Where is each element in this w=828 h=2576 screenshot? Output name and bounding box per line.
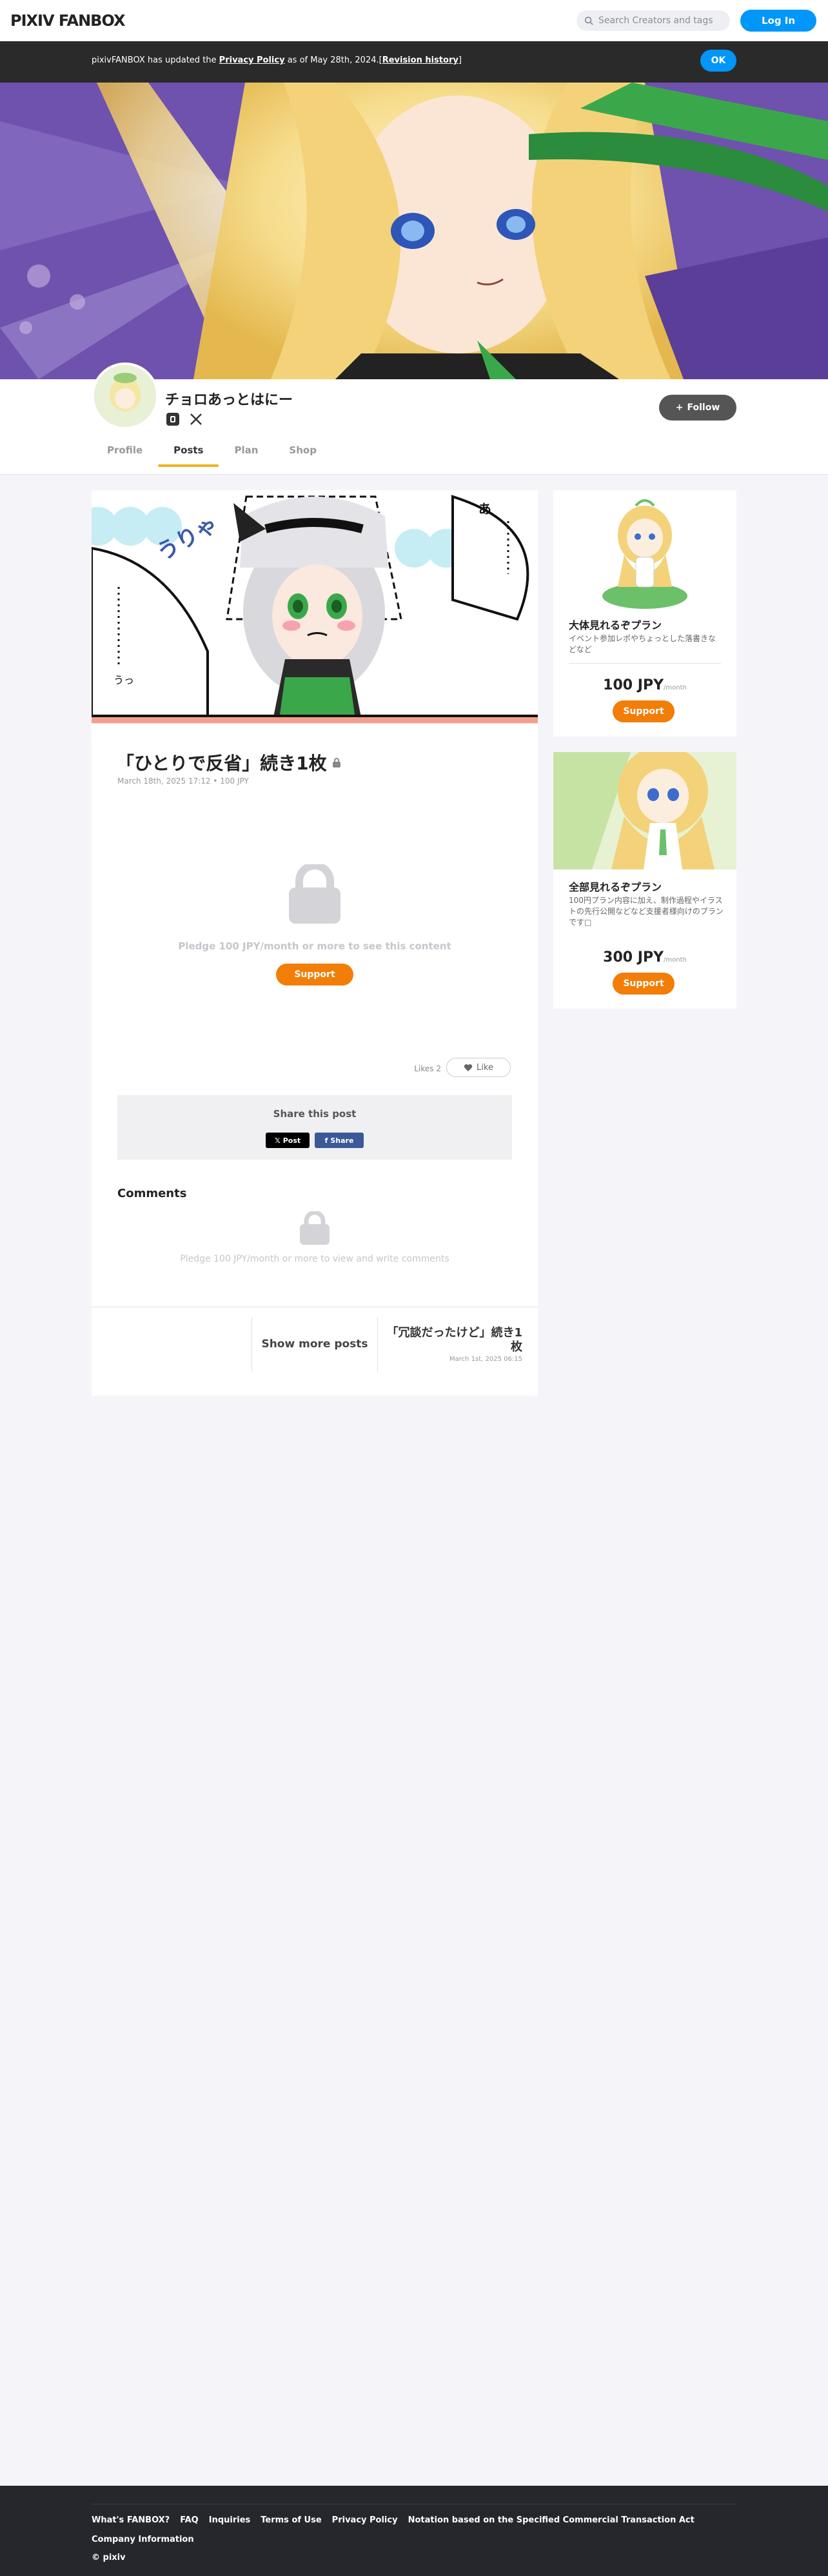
revision-history-link[interactable]: Revision history: [382, 55, 458, 65]
tab-plan[interactable]: Plan: [219, 435, 273, 466]
footer-link-whats-fanbox[interactable]: What's FANBOX?: [92, 2515, 170, 2525]
post-title: 「ひとりで反省」続き1枚: [116, 749, 341, 775]
lock-icon: [332, 758, 340, 768]
footer-link-privacy[interactable]: Privacy Policy: [332, 2515, 398, 2525]
likes-count: Likes 2: [414, 1064, 441, 1073]
plan-300-illustration: [553, 752, 736, 869]
manga-illustration: うりゃ あ うっ: [92, 490, 538, 723]
privacy-notice-bar: pixivFANBOX has updated the Privacy Poli…: [0, 41, 828, 83]
footer-links: What's FANBOX? FAQ Inquiries Terms of Us…: [92, 2515, 695, 2525]
footer-link-commercial-act[interactable]: Notation based on the Specified Commerci…: [408, 2515, 695, 2525]
comments-heading: Comments: [117, 1187, 187, 1200]
creator-avatar[interactable]: [92, 362, 159, 430]
support-button[interactable]: Support: [276, 964, 353, 986]
privacy-policy-link[interactable]: Privacy Policy: [219, 55, 285, 65]
plan-100-description: イベント参加レポやちょっとした落書きなどなど: [569, 634, 716, 654]
lock-icon-large: [289, 864, 340, 924]
footer-link-inquiries[interactable]: Inquiries: [209, 2515, 251, 2525]
plan-300-price: 300 JPY/month: [553, 949, 736, 966]
likes-number: 2: [436, 1064, 441, 1073]
tab-profile[interactable]: Profile: [92, 435, 158, 466]
plan-300-title: 全部見れるぞプラン: [569, 881, 662, 893]
comments-pledge-message: Pledge 100 JPY/month or more to view and…: [180, 1254, 449, 1264]
svg-text:うっ: うっ: [113, 674, 134, 686]
search-placeholder: Search Creators and tags: [598, 15, 713, 26]
like-button[interactable]: Like: [446, 1058, 511, 1077]
plan-100-price-value: 100 JPY: [603, 677, 664, 693]
facebook-icon: f: [324, 1136, 328, 1145]
creator-tabs: Profile Posts Plan Shop: [92, 435, 332, 467]
search-icon: [584, 16, 593, 25]
heart-icon: [464, 1064, 473, 1071]
post-price: 100 JPY: [220, 777, 249, 786]
meta-separator: •: [210, 777, 221, 786]
plan-100-price: 100 JPY/month: [553, 677, 736, 693]
plan-100-per: /month: [664, 684, 687, 691]
plan-card-100: 大体見れるぞプラン イベント参加レポやちょっとした落書きなどなど 100 JPY…: [553, 490, 736, 737]
creator-name[interactable]: チョロあっとはにー: [165, 388, 293, 409]
likes-label: Likes: [414, 1064, 434, 1073]
plan-300-price-value: 300 JPY: [603, 949, 664, 966]
footer-link-faq[interactable]: FAQ: [180, 2515, 199, 2525]
like-label: Like: [477, 1062, 493, 1073]
tab-shop[interactable]: Shop: [273, 435, 332, 466]
cover-image: [0, 83, 828, 379]
footer-company-info[interactable]: Company Information: [92, 2535, 194, 2544]
facebook-share-button[interactable]: f Share: [315, 1133, 364, 1148]
plus-icon: +: [675, 402, 684, 413]
search-input[interactable]: Search Creators and tags: [577, 10, 730, 31]
footer-copyright: © pixiv: [92, 2553, 126, 2562]
facebook-share-label: Share: [330, 1136, 354, 1145]
notice-ok-button[interactable]: OK: [700, 50, 736, 72]
pledge-message: Pledge 100 JPY/month or more to see this…: [178, 940, 451, 952]
follow-label: Follow: [687, 402, 720, 413]
login-button[interactable]: Log In: [740, 10, 816, 32]
next-post-link[interactable]: 「冗談だったけど」続き1枚 March 1st, 2025 06:15: [380, 1326, 522, 1363]
plan-100-title: 大体見れるぞプラン: [569, 619, 662, 631]
discord-icon[interactable]: [165, 411, 181, 427]
plan-100-illustration: [553, 490, 736, 609]
notice-prefix: pixivFANBOX has updated the: [92, 55, 219, 65]
next-post-title: 「冗談だったけど」続き1枚: [386, 1326, 522, 1354]
show-more-posts-button[interactable]: Show more posts: [251, 1317, 378, 1371]
footer-link-terms[interactable]: Terms of Use: [261, 2515, 321, 2525]
post-meta: March 18th, 2025 17:12 • 100 JPY: [117, 777, 249, 786]
post-title-text: 「ひとりで反省」続き1枚: [116, 753, 327, 774]
comments-lock-icon: [300, 1211, 330, 1245]
share-title: Share this post: [273, 1108, 357, 1120]
notice-text: pixivFANBOX has updated the Privacy Poli…: [92, 55, 462, 65]
post-cover-image: うりゃ あ うっ: [92, 490, 538, 724]
plan-300-per: /month: [664, 956, 687, 964]
x-icon[interactable]: [188, 411, 204, 427]
plan-card-300: 全部見れるぞプラン 100円プラン内容に加え、制作過程やイラストの先行公開などな…: [553, 752, 736, 1009]
footer: What's FANBOX? FAQ Inquiries Terms of Us…: [0, 2486, 828, 2576]
x-post-button[interactable]: 𝕏 Post: [266, 1133, 310, 1148]
post-card: うりゃ あ うっ 「ひとりで反省」続き1枚 March 18th, 2025 1…: [92, 490, 538, 1396]
creator-profile-bar: チョロあっとはにー + Follow Profile Posts Plan Sh…: [0, 362, 828, 475]
post-date: March 18th, 2025 17:12: [117, 777, 211, 786]
share-panel: Share this post 𝕏 Post f Share: [117, 1095, 512, 1160]
plan-100-divider: [569, 663, 721, 664]
tab-posts[interactable]: Posts: [158, 435, 219, 467]
avatar-illustration: [94, 365, 156, 427]
notice-middle: as of May 28th, 2024.[: [284, 55, 382, 65]
x-post-label: Post: [282, 1136, 301, 1145]
fanbox-logo[interactable]: PIXIV FANBOX: [10, 12, 126, 30]
plan-300-description: 100円プラン内容に加え、制作過程やイラストの先行公開などなど支援者様向けのプラ…: [569, 896, 724, 927]
follow-button[interactable]: + Follow: [659, 395, 736, 421]
plan-100-support-button[interactable]: Support: [613, 700, 675, 722]
svg-text:あ: あ: [478, 501, 491, 517]
next-post-date: March 1st, 2025 06:15: [449, 1356, 522, 1363]
x-icon: 𝕏: [274, 1136, 281, 1145]
social-links: [165, 411, 204, 427]
notice-suffix: ]: [458, 55, 462, 65]
cover-illustration: [0, 83, 828, 379]
plan-300-support-button[interactable]: Support: [613, 973, 675, 995]
